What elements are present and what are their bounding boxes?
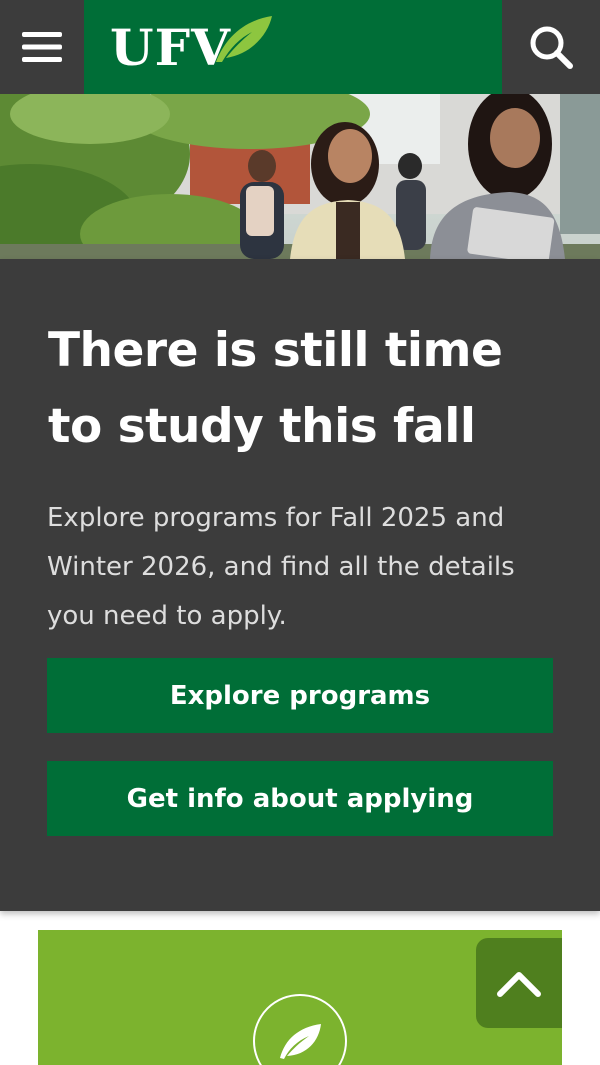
study-this-fall-card: There is still time to study this fall E… [0,259,600,911]
card-description: Explore programs for Fall 2025 and Winte… [47,503,515,631]
leaf-icon-circle [253,994,347,1065]
chevron-up-icon [497,972,541,997]
hamburger-menu-icon [22,32,62,62]
hero-photo [0,94,600,259]
scroll-to-top-button[interactable] [476,938,562,1028]
site-header: UFV [0,0,600,94]
search-icon [530,26,573,69]
get-info-applying-button[interactable]: Get info about applying [47,761,553,836]
explore-programs-button[interactable]: Explore programs [47,658,553,733]
students-walking-campus-photo [0,94,600,259]
leaf-icon [280,1024,321,1059]
card-title: There is still time to study this fall [48,323,503,454]
ufv-logo-link[interactable]: UFV [84,0,502,94]
menu-button[interactable] [0,0,84,94]
search-button[interactable] [502,0,600,94]
logo-leaf-icon [216,16,272,62]
